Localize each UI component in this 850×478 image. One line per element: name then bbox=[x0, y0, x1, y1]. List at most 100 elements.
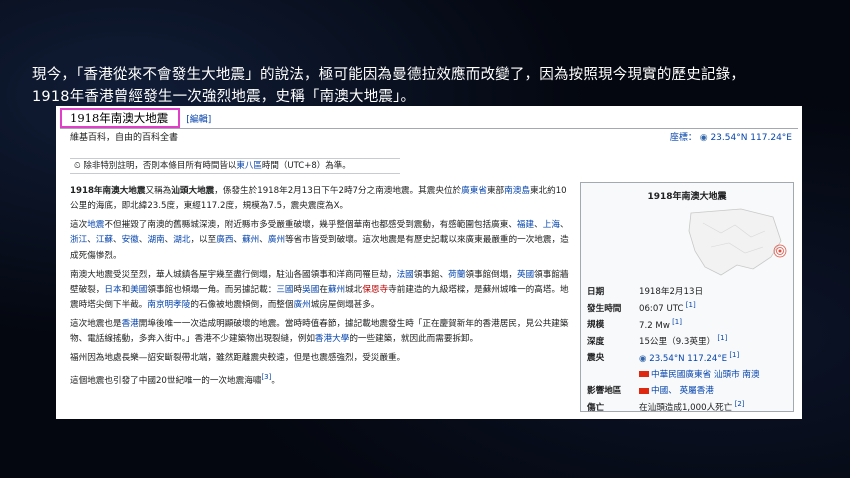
article-text: 的一些建築，就因此而需要拆卸。 bbox=[349, 334, 479, 345]
article-text: 、 bbox=[259, 235, 268, 246]
article-link[interactable]: 安徽 bbox=[122, 235, 139, 245]
article-text: 城北 bbox=[345, 284, 363, 295]
coordinates-value[interactable]: 23.54°N 117.24°E bbox=[710, 133, 792, 143]
article-link[interactable]: 湖北 bbox=[173, 235, 190, 245]
article-text: 領事館倒塌， bbox=[465, 269, 517, 280]
site-subtitle: 維基百科，自由的百科全書 bbox=[70, 133, 179, 143]
article-text: 、 bbox=[87, 235, 96, 246]
infobox-row: 日期 1918年2月13日 bbox=[587, 283, 791, 300]
title-divider bbox=[60, 128, 798, 129]
article-text: 的石像被地震傾倒，而整個 bbox=[190, 300, 294, 311]
article-text: 汕頭大地震 bbox=[171, 186, 215, 196]
article-link[interactable]: 南澳島 bbox=[504, 186, 530, 196]
article-text: 這次 bbox=[70, 220, 88, 231]
article-text: 這個地震也引發了中國20世紀唯一的一次地震海嘯 bbox=[70, 376, 262, 387]
article-link[interactable]: 荷蘭 bbox=[448, 270, 465, 280]
article-link[interactable]: 蘇州 bbox=[328, 285, 345, 295]
infobox-title: 1918年南澳大地震 bbox=[647, 192, 727, 202]
infobox-key: 規模 bbox=[587, 320, 605, 331]
paragraph-6: 這個地震也引發了中國20世紀唯一的一次地震海嘯[3]。 bbox=[70, 370, 570, 389]
article-text: ，係發生於1918年2月13日下午2時7分之南澳地震。其震央位於 bbox=[214, 186, 462, 196]
infobox-value-text[interactable]: 中國、 英屬香港 bbox=[651, 386, 714, 396]
article-link[interactable]: 吳國 bbox=[302, 285, 319, 295]
article-link[interactable]: 江蘇 bbox=[96, 235, 113, 245]
article-link[interactable]: 湖南 bbox=[147, 235, 164, 245]
globe-icon[interactable]: ◉ bbox=[639, 354, 649, 364]
article-text: 南澳大地震受災至烈，華人城鎮各屋宇幾至盡行倒塌，駐汕各國領事和洋商同罹巨劫， bbox=[70, 269, 397, 280]
infobox-key: 傷亡 bbox=[587, 402, 605, 413]
article-link[interactable]: 南京明孝陵 bbox=[147, 300, 190, 310]
infobox-value: ◉ 23.54°N 117.24°E [1] bbox=[639, 351, 791, 364]
infobox-value: 06:07 UTC [1] bbox=[639, 301, 791, 314]
infobox-value-text: 15公里（9.3英里） bbox=[639, 337, 716, 348]
edit-link[interactable]: [編輯] bbox=[186, 112, 211, 125]
coordinates-label[interactable]: 座標： bbox=[670, 133, 697, 143]
article-link[interactable]: 三國 bbox=[276, 285, 293, 295]
infobox-value-text: 7.2 Mw bbox=[639, 320, 670, 331]
article-text: 、 bbox=[233, 235, 243, 246]
article-link[interactable]: 香港大學 bbox=[315, 334, 349, 344]
article-link[interactable]: 廣州 bbox=[268, 235, 285, 245]
article-link[interactable]: 浙江 bbox=[70, 235, 87, 245]
article-link[interactable]: 廣東省 bbox=[461, 186, 487, 196]
article-text: 福州因為地處長樂—詔安斷裂帶北端，雖然距離震央較遠，但是也震感強烈，受災嚴重。 bbox=[70, 353, 406, 364]
article-text: ，以至 bbox=[190, 235, 217, 246]
article-link[interactable]: 日本 bbox=[104, 285, 121, 295]
article-link[interactable]: 英國 bbox=[517, 270, 534, 280]
citation-link[interactable]: [1] bbox=[715, 334, 727, 342]
article-link[interactable]: 地震 bbox=[87, 220, 104, 230]
article-link[interactable]: 上海 bbox=[543, 220, 560, 230]
infobox-value: 1918年2月13日 bbox=[639, 285, 791, 297]
article-text: 在 bbox=[319, 284, 328, 295]
article-link[interactable]: 廣西 bbox=[216, 235, 233, 245]
citation-link[interactable]: [1] bbox=[727, 351, 739, 359]
article-text: 領事館也傾塌一角。而另據記載： bbox=[147, 284, 277, 295]
article-title-row: 1918年南澳大地震 [編輯] bbox=[60, 108, 211, 128]
citation-link[interactable]: [1] bbox=[684, 301, 696, 309]
article-link[interactable]: 香港 bbox=[122, 319, 139, 329]
article-link[interactable]: 蘇州 bbox=[242, 235, 259, 245]
flag-icon bbox=[639, 371, 649, 378]
coordinates[interactable]: 座標： ◉ 23.54°N 117.24°E bbox=[670, 130, 792, 143]
article-text: 領事館、 bbox=[413, 269, 449, 280]
article-body: 1918年南澳大地震又稱為汕頭大地震，係發生於1918年2月13日下午2時7分之… bbox=[70, 184, 570, 393]
infobox-row: 震央 ◉ 23.54°N 117.24°E [1] bbox=[587, 349, 791, 366]
infobox-value: 中華民國廣東省 汕頭市 南澳 bbox=[639, 368, 791, 380]
citation-link[interactable]: [2] bbox=[732, 400, 745, 408]
infobox-row: 傷亡 在汕頭造成1,000人死亡 [2] bbox=[587, 399, 791, 416]
paragraph-2: 這次地震不但摧毀了南澳的舊縣城深澳，附近縣市多受嚴重破壞，幾乎整個華南也都感受到… bbox=[70, 218, 570, 264]
article-link[interactable]: 保恩寺 bbox=[362, 285, 388, 295]
article-link[interactable]: 美國 bbox=[130, 285, 147, 295]
article-text: 這次地震也是 bbox=[70, 319, 122, 330]
infobox-value: 15公里（9.3英里） [1] bbox=[639, 334, 791, 347]
location-map[interactable] bbox=[681, 203, 791, 283]
infobox-row: 規模 7.2 Mw [1] bbox=[587, 316, 791, 333]
article-link[interactable]: 法國 bbox=[397, 270, 414, 280]
article-link[interactable]: 廣州 bbox=[293, 300, 310, 310]
infobox-value-text[interactable]: 中華民國廣東省 汕頭市 南澳 bbox=[651, 370, 760, 380]
caption-line-2: 1918年香港曾經發生一次強烈地震，史稱「南澳大地震」。 bbox=[32, 89, 416, 105]
infobox-key: 深度 bbox=[587, 336, 605, 347]
notice-prefix: 除非特別註明，否則本條目所有時間皆以 bbox=[83, 161, 237, 171]
infobox-value-text: 在汕頭造成1,000人死亡 bbox=[639, 403, 733, 414]
article-text: 時 bbox=[293, 284, 303, 295]
notice-link[interactable]: 東八區 bbox=[236, 161, 262, 171]
infobox-value-text: 1918年2月13日 bbox=[639, 287, 704, 298]
wikipedia-screenshot: 1918年南澳大地震 [編輯] 維基百科，自由的百科全書 座標： ◉ 23.54… bbox=[56, 106, 802, 419]
page-title: 1918年南澳大地震 bbox=[60, 108, 181, 128]
article-text: 、 bbox=[534, 220, 543, 231]
clock-icon: ⏲ bbox=[74, 161, 81, 171]
infobox-row: 中華民國廣東省 汕頭市 南澳 bbox=[587, 366, 791, 383]
citation-link[interactable]: [1] bbox=[670, 318, 682, 326]
infobox: 1918年南澳大地震 日期 1918年2月13日 發生時間 06:07 UTC [1]… bbox=[580, 182, 794, 413]
infobox-value: 7.2 Mw [1] bbox=[639, 318, 791, 331]
article-link[interactable]: [3] bbox=[261, 373, 271, 381]
paragraph-5: 福州因為地處長樂—詔安斷裂帶北端，雖然距離震央較遠，但是也震感強烈，受災嚴重。 bbox=[70, 351, 570, 366]
paragraph-3: 南澳大地震受災至烈，華人城鎮各屋宇幾至盡行倒塌，駐汕各國領事和洋商同罹巨劫，法國… bbox=[70, 268, 570, 314]
infobox-row: 影響地區 中國、 英屬香港 bbox=[587, 382, 791, 399]
article-link[interactable]: 福建 bbox=[517, 220, 534, 230]
caption-line-1: 現今，「香港從來不會發生大地震」的說法，極可能因為曼德拉效應而改變了，因為按照現… bbox=[32, 67, 746, 83]
infobox-value-text[interactable]: 23.54°N 117.24°E bbox=[649, 354, 727, 364]
article-text: 不但摧毀了南澳的舊縣城深澳，附近縣市多受嚴重破壞，幾乎整個華南也都感受到震動，有… bbox=[104, 220, 517, 231]
globe-icon[interactable]: ◉ bbox=[700, 133, 708, 143]
